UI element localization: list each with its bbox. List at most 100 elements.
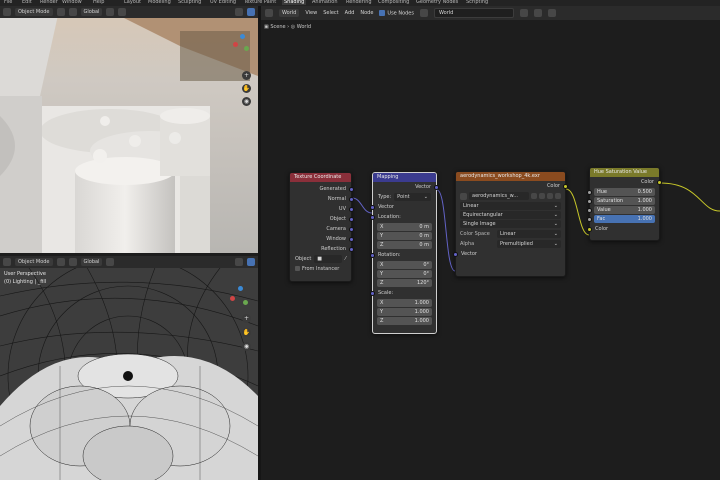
gizmo-x-icon[interactable]	[233, 42, 238, 47]
pan-hand-icon[interactable]: ✋	[242, 84, 251, 93]
node-header[interactable]: Mapping	[373, 173, 436, 182]
zoom-icon[interactable]: +	[242, 314, 251, 323]
view-menu-icon[interactable]	[56, 258, 65, 266]
node-environment-texture[interactable]: aerodynamics_workshop_4k.exr Color aerod…	[453, 171, 568, 277]
transform-orientation-icon[interactable]	[68, 8, 77, 16]
interpolation-dropdown[interactable]: Linear ⌄	[460, 202, 561, 210]
input-socket-fac[interactable]	[587, 216, 592, 222]
projection-dropdown[interactable]: Equirectangular ⌄	[460, 211, 561, 219]
tab-rendering[interactable]: Rendering	[346, 0, 372, 5]
folder-icon[interactable]	[547, 193, 553, 199]
checkbox-icon[interactable]	[295, 266, 300, 271]
viewport-wireframe[interactable]: Object Mode Global User Perspective (0) …	[0, 256, 258, 480]
tab-uv-editing[interactable]: UV Editing	[210, 0, 236, 5]
tab-geometry-nodes[interactable]: Geometry Nodes	[416, 0, 458, 5]
output-socket-vector[interactable]	[434, 184, 439, 190]
input-socket-location[interactable]	[370, 214, 375, 220]
object-picker[interactable]: ■	[314, 255, 343, 263]
location-y-field[interactable]: Y0 m	[377, 232, 432, 240]
rotation-x-field[interactable]: X 0°	[377, 261, 432, 269]
menu-render[interactable]: Render	[40, 0, 58, 5]
output-socket-object[interactable]	[349, 216, 354, 222]
value-field[interactable]: Value 1.000	[587, 206, 655, 214]
transform-orientation-dropdown[interactable]: Global	[80, 258, 103, 266]
output-socket-window[interactable]	[349, 236, 354, 242]
scale-x-field[interactable]: X 1.000	[377, 299, 432, 307]
gizmo-y-icon[interactable]	[244, 46, 249, 51]
alpha-dropdown[interactable]: Premultiplied ⌄	[497, 240, 561, 248]
xray-icon[interactable]	[247, 8, 255, 16]
type-dropdown[interactable]: Point ⌄	[394, 193, 431, 201]
fake-user-icon[interactable]	[520, 9, 528, 17]
node-header[interactable]: Texture Coordinate	[290, 173, 351, 182]
output-socket-normal[interactable]	[349, 196, 354, 202]
gizmo-x-icon[interactable]	[230, 296, 235, 301]
shading-mode-icon[interactable]	[247, 258, 255, 266]
tab-animation[interactable]: Animation	[312, 0, 338, 5]
fake-user-icon[interactable]	[531, 193, 537, 199]
input-socket-vector[interactable]	[370, 204, 375, 210]
world-datablock-field[interactable]: World	[434, 8, 514, 18]
output-socket-uv[interactable]	[349, 206, 354, 212]
image-name-field[interactable]: aerodynamics_w...	[469, 192, 529, 200]
hue-field[interactable]: Hue 0.500	[587, 188, 655, 196]
transform-orientation-icon[interactable]	[68, 258, 77, 266]
output-socket-color[interactable]	[563, 183, 568, 189]
pan-hand-icon[interactable]: ✋	[242, 328, 251, 337]
tab-sculpting[interactable]: Sculpting	[178, 0, 201, 5]
menu-select[interactable]: Select	[323, 10, 338, 16]
editor-type-icon[interactable]	[265, 9, 273, 17]
menu-view[interactable]: View	[305, 10, 317, 16]
node-header[interactable]: aerodynamics_workshop_4k.exr	[456, 172, 565, 181]
source-dropdown[interactable]: Single Image ⌄	[460, 220, 561, 228]
input-socket-hue[interactable]	[587, 189, 592, 195]
gizmo-y-icon[interactable]	[243, 300, 248, 305]
editor-type-icon[interactable]	[3, 8, 11, 16]
transform-orientation-dropdown[interactable]: Global	[80, 8, 103, 16]
colorspace-dropdown[interactable]: Linear ⌄	[497, 230, 561, 238]
use-nodes-checkbox[interactable]: Use Nodes	[379, 9, 414, 16]
menu-file[interactable]: File	[4, 0, 12, 5]
output-socket-color[interactable]	[657, 179, 662, 185]
input-socket-value[interactable]	[587, 207, 592, 213]
shader-type-dropdown[interactable]: World	[279, 9, 300, 17]
view-menu-icon[interactable]	[56, 8, 65, 16]
tab-layout[interactable]: Layout	[124, 0, 141, 5]
input-socket-rotation[interactable]	[370, 252, 375, 258]
output-socket-generated[interactable]	[349, 186, 354, 192]
mode-dropdown[interactable]: Object Mode	[15, 8, 53, 16]
mode-dropdown[interactable]: Object Mode	[15, 258, 53, 266]
from-instancer-row[interactable]: From Instancer	[290, 264, 351, 274]
tab-compositing[interactable]: Compositing	[378, 0, 409, 5]
fac-field[interactable]: Fac 1.000	[587, 215, 655, 223]
menu-add[interactable]: Add	[345, 10, 355, 16]
location-z-field[interactable]: Z0 m	[377, 241, 432, 249]
rotation-z-field[interactable]: Z 120°	[377, 279, 432, 287]
output-socket-reflection[interactable]	[349, 246, 354, 252]
image-browse-icon[interactable]	[460, 192, 467, 200]
scale-z-field[interactable]: Z 1.000	[377, 317, 432, 325]
tab-scripting[interactable]: Scripting	[466, 0, 488, 5]
camera-view-icon[interactable]: ◉	[242, 342, 251, 351]
camera-view-icon[interactable]: ◉	[242, 97, 251, 106]
tab-texture-paint[interactable]: Texture Paint	[244, 0, 276, 5]
input-socket-vector[interactable]	[453, 251, 458, 257]
node-hue-saturation-value[interactable]: Hue Saturation Value Color Hue 0.500 Satu…	[587, 167, 662, 241]
input-socket-saturation[interactable]	[587, 198, 592, 204]
unlink-icon[interactable]	[548, 9, 556, 17]
tab-modeling[interactable]: Modeling	[148, 0, 171, 5]
input-socket-color[interactable]	[587, 226, 592, 232]
duplicate-icon[interactable]	[534, 9, 542, 17]
input-socket-scale[interactable]	[370, 290, 375, 296]
rotation-y-field[interactable]: Y 0°	[377, 270, 432, 278]
saturation-field[interactable]: Saturation 1.000	[587, 197, 655, 205]
location-x-field[interactable]: X0 m	[377, 223, 432, 231]
scale-y-field[interactable]: Y 1.000	[377, 308, 432, 316]
menu-window[interactable]: Window	[62, 0, 82, 5]
proportional-edit-icon[interactable]	[118, 8, 127, 16]
viewport-rendered[interactable]: Object Mode Global + ✋ ◉	[0, 6, 258, 253]
overlay-icon[interactable]	[235, 258, 243, 266]
gizmo-z-icon[interactable]	[238, 286, 243, 291]
gizmo-z-icon[interactable]	[240, 34, 245, 39]
node-mapping[interactable]: Mapping Vector Type: Point ⌄ Vector Locat…	[370, 172, 439, 334]
